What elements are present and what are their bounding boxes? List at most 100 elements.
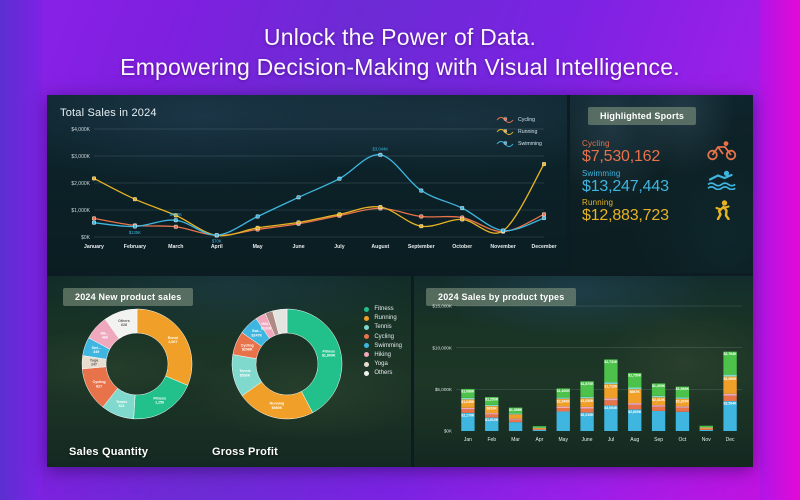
legend-label: Hiking xyxy=(374,351,392,358)
svg-text:621: 621 xyxy=(119,404,125,408)
sales-by-product-types-bar-panel: 2024 Sales by product types $0K $5,000K $1… xyxy=(414,276,753,467)
donut-legend-item-swimming: Swimming xyxy=(364,343,402,349)
svg-text:January: January xyxy=(84,244,104,250)
svg-text:Apr: Apr xyxy=(536,437,544,443)
line-chart-svg: $0K $1,000K $2,000K $3,000K $4,000K January Fe… xyxy=(71,117,557,250)
svg-text:June: June xyxy=(292,244,304,250)
svg-text:$5,000K: $5,000K xyxy=(435,387,453,392)
svg-text:March: March xyxy=(168,244,183,250)
kpi-cycling: Cycling $7,530,162 xyxy=(582,139,741,167)
legend-label: Tennis xyxy=(374,324,392,331)
legend-color-swatch xyxy=(364,334,370,340)
svg-text:$1,250K: $1,250K xyxy=(485,398,499,402)
legend-color-swatch xyxy=(364,361,370,367)
legend-label: Fitness xyxy=(374,306,394,312)
svg-text:$2,764K: $2,764K xyxy=(723,352,737,356)
svg-text:$4,000K: $4,000K xyxy=(71,127,90,133)
kpi-swimming: Swimming $13,247,443 xyxy=(582,169,741,197)
highlighted-sports-panel: Highlighted Sports Cycling $7,530,162 Sw… xyxy=(570,95,753,273)
svg-text:$3,044K: $3,044K xyxy=(373,146,389,151)
legend-label: Others xyxy=(374,370,393,377)
svg-text:July: July xyxy=(334,244,344,250)
svg-text:$536K: $536K xyxy=(240,373,251,377)
legend-color-swatch xyxy=(364,352,370,358)
svg-text:$3,594K: $3,594K xyxy=(723,402,737,406)
legend-label: Yoga xyxy=(374,361,388,368)
svg-text:$1,712K: $1,712K xyxy=(604,385,618,389)
svg-text:$1,564K: $1,564K xyxy=(676,387,690,391)
svg-text:$0K: $0K xyxy=(81,235,91,241)
svg-text:Oct: Oct xyxy=(679,437,687,443)
svg-text:Sep: Sep xyxy=(654,437,663,443)
svg-text:September: September xyxy=(408,244,435,250)
donut-legend-item-tennis: Tennis xyxy=(364,324,402,330)
donut-legend-item-cycling: Cycling xyxy=(364,334,402,340)
donut-charts-svg: Runni2,007Fitness1,256Tennis621Cycling82… xyxy=(81,308,343,420)
donut-legend-item-yoga: Yoga xyxy=(364,361,402,367)
svg-text:$2,410K: $2,410K xyxy=(652,398,666,402)
svg-text:247: 247 xyxy=(91,363,97,367)
svg-text:$1,086K: $1,086K xyxy=(509,408,523,412)
svg-text:628: 628 xyxy=(121,323,127,327)
svg-text:$1,100K: $1,100K xyxy=(557,389,571,393)
svg-text:$0K: $0K xyxy=(444,429,453,434)
legend-color-swatch xyxy=(364,306,370,312)
svg-text:May: May xyxy=(559,437,569,443)
legend-label: Swimming xyxy=(374,342,402,349)
sports-kpi-list: Cycling $7,530,162 Swimming $13,247,443 … xyxy=(582,139,741,226)
svg-text:$135K: $135K xyxy=(129,230,141,235)
svg-text:$2,000K: $2,000K xyxy=(71,181,90,187)
svg-text:466: 466 xyxy=(102,335,108,339)
svg-text:$70K: $70K xyxy=(212,239,222,244)
svg-text:$1,490K: $1,490K xyxy=(652,384,666,388)
svg-text:May: May xyxy=(253,244,263,250)
kpi-running: Running $12,883,723 xyxy=(582,198,741,226)
legend-color-swatch xyxy=(364,315,370,321)
svg-text:$10,000K: $10,000K xyxy=(432,345,453,350)
svg-text:$1,000K: $1,000K xyxy=(71,208,90,214)
headline-line-1: Unlock the Power of Data. xyxy=(263,24,537,50)
svg-text:April: April xyxy=(211,244,223,250)
svg-text:August: August xyxy=(371,244,389,250)
svg-text:$1,086K: $1,086K xyxy=(461,390,475,394)
svg-text:$2,170K: $2,170K xyxy=(461,414,475,418)
svg-text:827: 827 xyxy=(96,384,102,388)
legend-color-swatch xyxy=(364,370,370,376)
svg-text:$1,750K: $1,750K xyxy=(628,374,642,378)
donut-legend-item-running: Running xyxy=(364,315,402,321)
svg-text:$2,210K: $2,210K xyxy=(580,413,594,417)
donut-legend-item-others: Others xyxy=(364,370,402,376)
svg-text:Jul: Jul xyxy=(608,437,614,443)
dashboard: Total Sales in 2024 $0K $1,000K $2,000K $3,… xyxy=(47,95,753,467)
svg-text:$980K: $980K xyxy=(272,406,283,410)
svg-text:$3,000K: $3,000K xyxy=(71,154,90,160)
svg-text:$810K: $810K xyxy=(487,407,498,411)
svg-text:$131K: $131K xyxy=(261,326,272,330)
svg-text:October: October xyxy=(452,244,472,250)
svg-text:$650K: $650K xyxy=(170,212,182,217)
svg-text:$667K: $667K xyxy=(630,390,641,394)
svg-text:Nov: Nov xyxy=(702,437,711,443)
bar-chart-svg: $0K $5,000K $10,000K $15,000K Jan Feb Mar Apr Ma… xyxy=(432,304,742,443)
svg-text:$2,600K: $2,600K xyxy=(628,410,642,414)
cycling-icon xyxy=(707,140,737,166)
new-product-sales-donut-panel: 2024 New product sales Runni 2,007 Fitness… xyxy=(47,276,411,467)
svg-text:Swimming: Swimming xyxy=(518,141,542,147)
svg-text:$298K: $298K xyxy=(242,348,253,352)
svg-text:November: November xyxy=(490,244,515,250)
svg-text:2,007: 2,007 xyxy=(168,340,177,344)
svg-text:$1,610K: $1,610K xyxy=(485,418,499,422)
svg-text:$1,030K: $1,030K xyxy=(580,399,594,403)
svg-text:$15,000K: $15,000K xyxy=(432,304,453,309)
running-icon xyxy=(707,199,737,225)
svg-text:$2,340K: $2,340K xyxy=(557,399,571,403)
svg-text:Mar: Mar xyxy=(511,437,520,443)
svg-text:$2,060K: $2,060K xyxy=(723,377,737,381)
svg-text:Feb: Feb xyxy=(487,437,496,443)
legend-label: Running xyxy=(374,315,397,322)
headline-line-2: Empowering Decision-Making with Visual I… xyxy=(120,54,680,81)
total-sales-line-chart-panel: Total Sales in 2024 $0K $1,000K $2,000K $3,… xyxy=(47,95,567,273)
donut-caption-gross-profit: Gross Profit xyxy=(212,446,278,458)
svg-text:$3,064K: $3,064K xyxy=(604,406,618,410)
svg-text:$2,307K: $2,307K xyxy=(676,399,690,403)
